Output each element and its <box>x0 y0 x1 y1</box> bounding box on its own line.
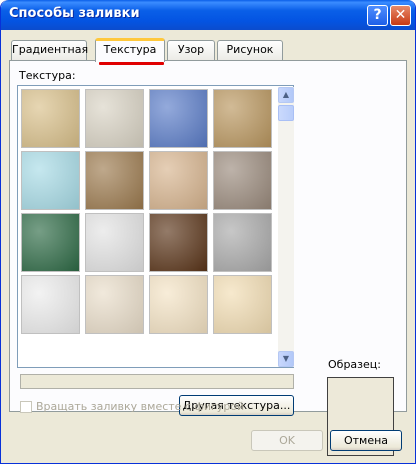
tab-gradient[interactable]: Градиентная <box>11 40 89 60</box>
texture-tile-papyrus[interactable] <box>21 89 80 148</box>
texture-tile-parchment[interactable] <box>149 275 208 334</box>
scroll-down-button[interactable]: ▼ <box>278 351 294 367</box>
cancel-button[interactable]: Отмена <box>330 430 402 451</box>
texture-tile-recycled-paper[interactable] <box>85 275 144 334</box>
rotate-with-shape-label: Вращать заливку вместе с фигурой <box>36 400 245 413</box>
texture-gallery: ▲ ▼ <box>17 85 294 368</box>
tab-picture[interactable]: Рисунок <box>217 40 283 60</box>
gallery-scrollbar[interactable]: ▲ ▼ <box>278 87 294 367</box>
fill-effects-dialog: Способы заливки ? ✕ Градиентная Текстура… <box>0 0 416 464</box>
texture-tile-paper-bag[interactable] <box>85 151 144 210</box>
help-button[interactable]: ? <box>367 5 388 26</box>
close-button[interactable]: ✕ <box>390 5 411 26</box>
texture-tile-water-droplets[interactable] <box>21 151 80 210</box>
scroll-up-button[interactable]: ▲ <box>278 87 294 103</box>
texture-tile-woven-mat[interactable] <box>213 89 272 148</box>
tab-pattern-label: Узор <box>177 43 205 56</box>
texture-tile-canvas[interactable] <box>85 89 144 148</box>
tab-pattern[interactable]: Узор <box>167 40 215 60</box>
dialog-title: Способы заливки <box>9 6 140 21</box>
texture-tile-white-marble[interactable] <box>85 213 144 272</box>
scroll-thumb[interactable] <box>278 105 294 121</box>
tab-gradient-label: Градиентная <box>12 43 89 56</box>
texture-tile-green-marble[interactable] <box>21 213 80 272</box>
texture-tile-newsprint[interactable] <box>21 275 80 334</box>
texture-label: Текстура: <box>19 69 76 82</box>
title-bar[interactable]: Способы заливки ? ✕ <box>1 0 415 30</box>
ok-button[interactable]: OK <box>251 430 323 451</box>
rotate-with-shape-checkbox[interactable] <box>20 401 32 413</box>
texture-name-field <box>20 374 294 389</box>
dialog-body: Градиентная Текстура Узор Рисунок Тексту… <box>5 30 411 460</box>
highlight-underline <box>99 62 164 65</box>
texture-tile-stationery[interactable] <box>213 275 272 334</box>
tab-texture[interactable]: Текстура <box>95 38 165 62</box>
tab-texture-label: Текстура <box>103 43 157 56</box>
texture-tile-sand[interactable] <box>213 151 272 210</box>
tab-picture-label: Рисунок <box>226 43 274 56</box>
texture-tile-fish-fossil[interactable] <box>149 151 208 210</box>
texture-tile-denim[interactable] <box>149 89 208 148</box>
preview-label: Образец: <box>328 358 381 371</box>
texture-tile-brown-marble[interactable] <box>149 213 208 272</box>
texture-tile-granite[interactable] <box>213 213 272 272</box>
